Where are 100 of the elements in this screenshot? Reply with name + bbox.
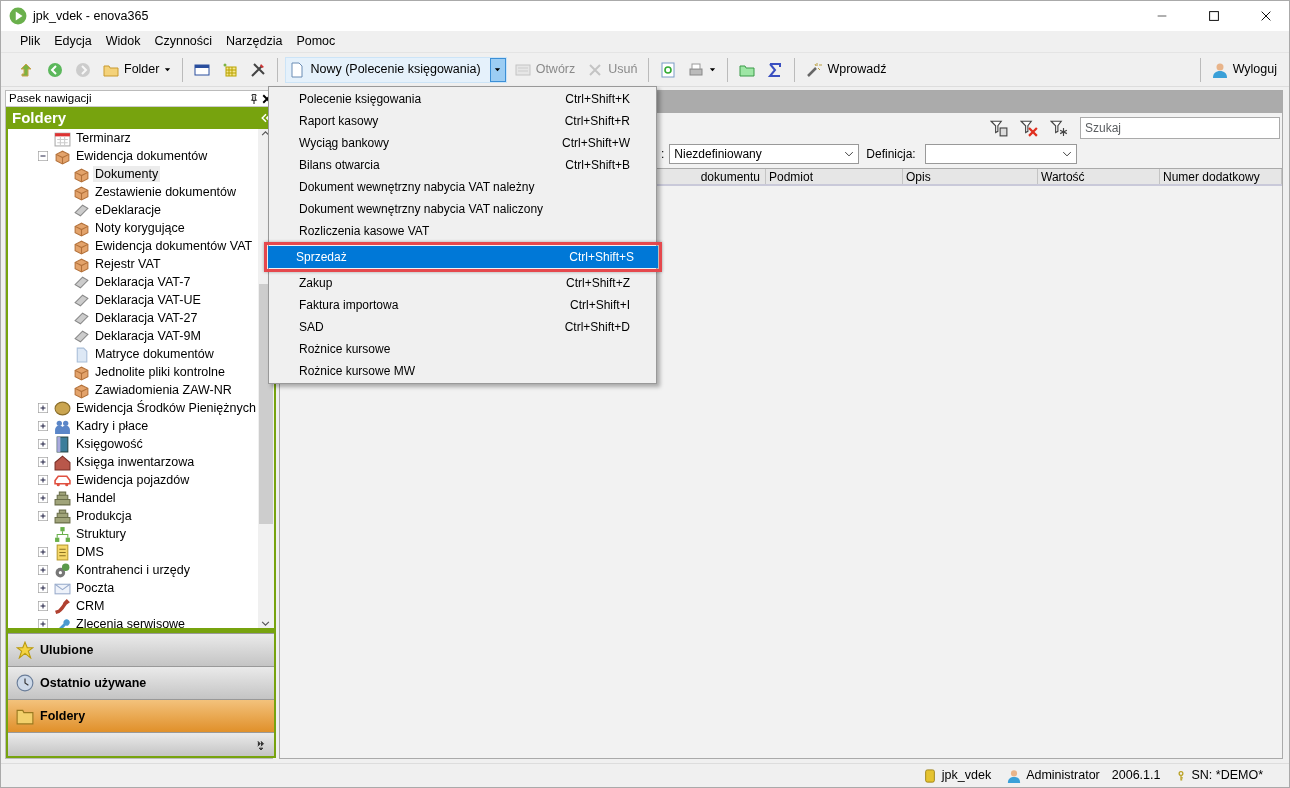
coin-icon xyxy=(54,399,71,417)
logout-button[interactable]: Wyloguj xyxy=(1207,56,1281,83)
box-icon xyxy=(73,219,90,237)
expand-toggle-icon[interactable] xyxy=(38,511,48,521)
box-icon xyxy=(73,237,90,255)
close-icon xyxy=(587,61,604,78)
tree-item[interactable]: Struktury xyxy=(74,526,128,542)
tree-item[interactable]: Deklaracja VAT-27 xyxy=(93,310,200,326)
expand-toggle-icon[interactable] xyxy=(38,439,48,449)
pane-header: Foldery xyxy=(12,107,67,128)
menu-item[interactable]: Narzędzia xyxy=(219,30,290,53)
menu-item[interactable]: Rożnice kursowe MW xyxy=(271,360,654,382)
toolbar-button[interactable]: Wprowadź xyxy=(802,56,891,83)
tree-item[interactable]: Ewidencja Środków Pieniężnych xyxy=(74,400,258,416)
tree-item[interactable]: Ewidencja dokumentów xyxy=(74,148,210,164)
box-icon xyxy=(73,183,90,201)
tree-item[interactable]: Poczta xyxy=(74,580,117,596)
menu-item[interactable]: Rozliczenia kasowe VAT xyxy=(271,220,654,242)
tree-item[interactable]: Dokumenty xyxy=(93,166,161,182)
sigma-icon xyxy=(767,61,784,78)
expand-toggle-icon[interactable] xyxy=(38,565,48,575)
expand-toggle-icon[interactable] xyxy=(38,457,48,467)
expand-toggle-icon[interactable] xyxy=(38,601,48,611)
menu-item[interactable]: Edycja xyxy=(47,30,99,53)
user-icon xyxy=(1007,767,1022,784)
tree-item[interactable]: Księgowość xyxy=(74,436,145,452)
menu-item[interactable]: Raport kasowy Ctrl+Shift+R xyxy=(271,110,654,132)
tree-item[interactable]: Handel xyxy=(74,490,118,506)
menu-item[interactable]: Dokument wewnętrzny nabycia VAT należny xyxy=(271,176,654,198)
dropdown-toggle[interactable] xyxy=(489,57,506,82)
nav-section-button[interactable]: Ulubione xyxy=(8,633,274,666)
tree-item[interactable]: Terminarz xyxy=(74,130,133,146)
menu-item[interactable]: Sprzedaż Ctrl+Shift+S xyxy=(268,246,658,268)
menu-item[interactable]: Plik xyxy=(13,30,48,53)
column-header[interactable]: Wartość xyxy=(1038,169,1160,184)
tree-item[interactable]: Deklaracja VAT-UE xyxy=(93,292,203,308)
tree-item[interactable]: Ewidencja pojazdów xyxy=(74,472,192,488)
form-icon xyxy=(514,61,531,78)
expand-toggle-icon[interactable] xyxy=(38,493,48,503)
serial-number: SN: *DEMO* xyxy=(1191,767,1263,785)
tree-item[interactable]: Księga inwentarzowa xyxy=(74,454,197,470)
tree-item[interactable]: Produkcja xyxy=(74,508,134,524)
box-icon xyxy=(73,381,90,399)
field-label: : xyxy=(661,146,665,163)
expand-toggle-icon[interactable] xyxy=(38,619,48,628)
close-icon xyxy=(1261,11,1271,21)
printer-icon xyxy=(688,61,705,78)
tree-item[interactable]: DMS xyxy=(74,544,106,560)
column-header[interactable]: Numer dodatkowy xyxy=(1160,169,1282,184)
expand-toggle-icon[interactable] xyxy=(38,475,48,485)
hierarchy-icon xyxy=(54,525,71,543)
maximize-icon xyxy=(1209,11,1219,21)
menu-item[interactable]: Polecenie księgowania Ctrl+Shift+K xyxy=(271,88,654,110)
tree-item[interactable]: eDeklaracje xyxy=(93,202,163,218)
search-field[interactable]: Szukaj xyxy=(1080,117,1280,139)
filter-icon xyxy=(1050,119,1068,137)
tree-item[interactable]: Zlecenia serwisowe xyxy=(74,616,188,628)
user-icon xyxy=(1211,61,1228,78)
expand-toggle-icon[interactable] xyxy=(38,421,48,431)
nav-section-button[interactable]: Ostatnio używane xyxy=(8,666,274,699)
menu-item[interactable]: Faktura importowa Ctrl+Shift+I xyxy=(271,294,654,316)
book-icon xyxy=(54,435,71,453)
menu-item[interactable]: Pomoc xyxy=(289,30,343,53)
window-title: jpk_vdek - enova365 xyxy=(33,7,150,25)
toolbar-button[interactable]: Nowy (Polecenie księgowania) xyxy=(285,56,507,83)
tree-item[interactable]: Matryce dokumentów xyxy=(93,346,216,362)
tree-item[interactable]: Noty korygujące xyxy=(93,220,187,236)
sheet-icon xyxy=(73,309,90,327)
chevron-more-icon xyxy=(255,738,266,751)
expand-toggle-icon[interactable] xyxy=(38,403,48,413)
tree-item[interactable]: Zawiadomienia ZAW-NR xyxy=(93,382,234,398)
tree-item[interactable]: Jednolite pliki kontrolne xyxy=(93,364,227,380)
menu-item[interactable]: Wyciąg bankowy Ctrl+Shift+W xyxy=(271,132,654,154)
menu-item[interactable]: Czynności xyxy=(147,30,220,53)
expand-toggle-icon[interactable] xyxy=(38,547,48,557)
menu-item[interactable]: Widok xyxy=(98,30,148,53)
tree-item[interactable]: Kadry i płace xyxy=(74,418,151,434)
tree-item[interactable]: Zestawienie dokumentów xyxy=(93,184,239,200)
menu-item[interactable]: Zakup Ctrl+Shift+Z xyxy=(271,272,654,294)
tree-item[interactable]: Deklaracja VAT-7 xyxy=(93,274,193,290)
tree-item[interactable]: Ewidencja dokumentów VAT xyxy=(93,238,255,254)
menu-item[interactable]: Rożnice kursowe xyxy=(271,338,654,360)
version-number: 2006.1.1 xyxy=(1111,767,1161,785)
nav-section-button[interactable]: Foldery xyxy=(8,699,274,732)
tree-item[interactable]: Kontrahenci i urzędy xyxy=(74,562,192,578)
column-header[interactable]: Opis xyxy=(903,169,1038,184)
toolbar-button[interactable]: Folder xyxy=(99,56,176,83)
type-dropdown[interactable]: Niezdefiniowany xyxy=(669,144,860,164)
definition-dropdown[interactable] xyxy=(924,144,1077,164)
menu-item[interactable]: SAD Ctrl+Shift+D xyxy=(271,316,654,338)
collapse-toggle-icon[interactable] xyxy=(38,151,48,161)
tree-item[interactable]: CRM xyxy=(74,598,107,614)
expand-toggle-icon[interactable] xyxy=(38,583,48,593)
column-header[interactable]: Podmiot xyxy=(766,169,903,184)
tree-item[interactable]: Deklaracja VAT-9M xyxy=(93,328,203,344)
house-icon xyxy=(54,453,71,471)
tree-item[interactable]: Rejestr VAT xyxy=(93,256,163,272)
menu-item[interactable]: Bilans otwarcia Ctrl+Shift+B xyxy=(271,154,654,176)
gears-icon xyxy=(54,561,71,579)
menu-item[interactable]: Dokument wewnętrzny nabycia VAT naliczony xyxy=(271,198,654,220)
